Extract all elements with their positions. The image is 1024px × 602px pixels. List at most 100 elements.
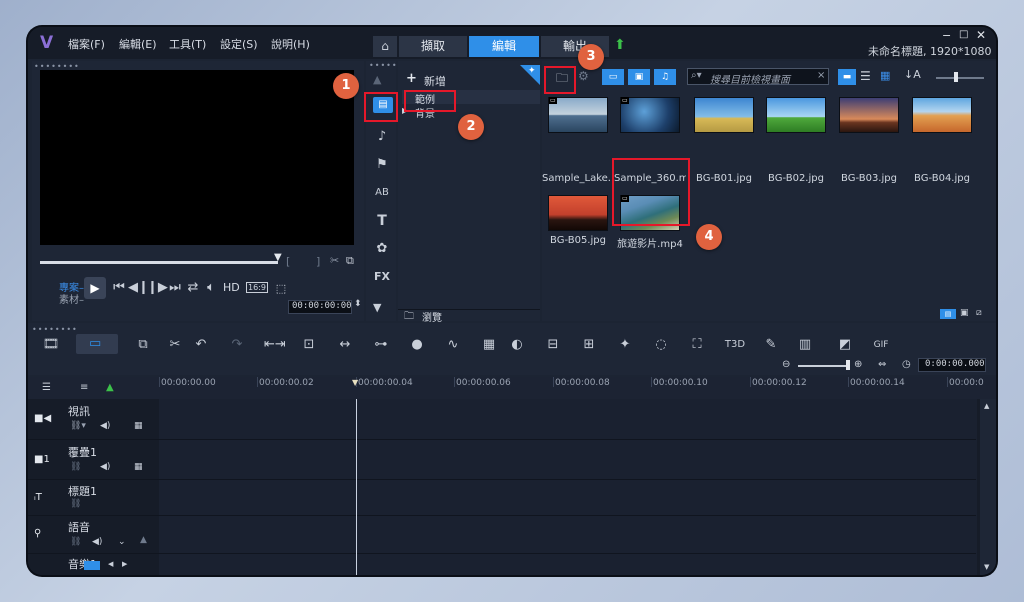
- thumbnail-bg-b01[interactable]: [694, 97, 754, 133]
- clear-search-icon[interactable]: ×: [817, 70, 825, 81]
- thumbnail-bg-b04[interactable]: [912, 97, 972, 133]
- link-icon[interactable]: ⛓: [70, 537, 81, 547]
- track-list-icon[interactable]: ☰: [42, 382, 51, 393]
- tab-capture[interactable]: 擷取: [399, 36, 467, 57]
- tools-icon[interactable]: ✂: [166, 337, 184, 353]
- link-icon[interactable]: ⛓: [70, 499, 81, 509]
- search-input[interactable]: 搜尋目前檢視畫面: [710, 71, 790, 86]
- aspect-ratio-button[interactable]: 16:9: [246, 282, 268, 293]
- add-track-icon[interactable]: ▲: [106, 382, 114, 393]
- minimize-icon[interactable]: −: [942, 29, 951, 42]
- thumbnail-sample-360[interactable]: [620, 97, 680, 133]
- zoom-handle[interactable]: [846, 360, 850, 370]
- browse-label[interactable]: 瀏覽: [422, 309, 442, 324]
- next-frame-icon[interactable]: ❙▶: [147, 280, 168, 296]
- collapse-icon[interactable]: ⌄: [118, 537, 126, 547]
- scroll-down-icon[interactable]: ▼: [373, 301, 381, 314]
- pan-zoom-icon[interactable]: ◩: [836, 337, 854, 353]
- title-ab-icon[interactable]: AB: [373, 185, 391, 201]
- motion-icon[interactable]: ✦: [616, 337, 634, 353]
- tab-edit[interactable]: 編輯: [469, 36, 539, 57]
- library-view-icon[interactable]: ▤: [940, 309, 956, 319]
- fit-timeline-icon[interactable]: ⇔: [878, 359, 886, 370]
- zoom-slider[interactable]: [798, 365, 850, 367]
- ripple-icon[interactable]: ▦: [134, 462, 143, 472]
- track-volume-icon[interactable]: ◀): [100, 421, 110, 431]
- storyboard-view-icon[interactable]: 🎞︎: [42, 337, 60, 353]
- 3d-title-icon[interactable]: T3D: [724, 337, 746, 353]
- thumbnail-bg-b05[interactable]: [548, 195, 608, 231]
- sort-icon[interactable]: ↓A: [904, 68, 921, 81]
- record-icon[interactable]: ●: [408, 337, 426, 353]
- add-folder-label[interactable]: 新增: [424, 73, 446, 89]
- enlarge-icon[interactable]: ⧉: [346, 254, 354, 268]
- track-volume-icon[interactable]: ◀): [92, 537, 102, 547]
- gif-icon[interactable]: GIF: [870, 337, 892, 353]
- color-grading-icon[interactable]: ▦: [480, 337, 498, 353]
- split-clip-icon[interactable]: ✂: [330, 254, 339, 267]
- audio-ducking-icon[interactable]: ▲: [140, 535, 147, 545]
- track-manager-icon[interactable]: ⧉: [134, 337, 152, 353]
- hd-preview-button[interactable]: HD: [223, 281, 240, 294]
- transition-icon[interactable]: ⚑: [373, 157, 391, 173]
- record-capture-icon[interactable]: ⚙: [578, 69, 589, 83]
- crop-icon[interactable]: ⛶: [688, 337, 706, 353]
- view-list-icon[interactable]: ☰: [860, 69, 871, 83]
- scroll-left-icon[interactable]: ◀: [108, 560, 113, 568]
- close-icon[interactable]: ✕: [976, 28, 986, 42]
- menu-help[interactable]: 說明(H): [271, 36, 310, 52]
- mask-icon[interactable]: ◐: [508, 337, 526, 353]
- timeline-timecode-box[interactable]: 0:00:00.000: [918, 358, 986, 372]
- scroll-up-icon[interactable]: ▲: [373, 73, 381, 86]
- clip-mode-label[interactable]: 素材–: [59, 291, 84, 306]
- thumbnail-size-handle[interactable]: [954, 72, 958, 82]
- track-options-icon[interactable]: ≡: [80, 382, 88, 393]
- scrub-handle-icon[interactable]: ▼: [274, 252, 282, 263]
- player-timecode-box[interactable]: 00:00:00:00: [288, 300, 352, 314]
- upload-arrow-icon[interactable]: ⬆: [614, 37, 626, 53]
- time-stretch-icon[interactable]: ↔: [336, 337, 354, 353]
- menu-edit[interactable]: 編輯(E): [119, 36, 157, 52]
- menu-tools[interactable]: 工具(T): [169, 36, 206, 52]
- ripple-icon[interactable]: ▦: [134, 421, 143, 431]
- playhead-line[interactable]: [356, 399, 357, 575]
- redo-icon[interactable]: ↷: [228, 337, 246, 353]
- ruler-ticks[interactable]: 00:00:00.00 00:00:00.02 00:00:00.04 00:0…: [159, 377, 996, 399]
- scroll-down-icon[interactable]: ▼: [984, 563, 989, 571]
- end-icon[interactable]: ⏭: [166, 280, 184, 296]
- fx-filter-icon[interactable]: FX: [371, 269, 393, 285]
- fit-screen-icon[interactable]: ⊡: [300, 337, 318, 353]
- preview-screen[interactable]: [40, 70, 354, 245]
- timecode-stepper-icon[interactable]: ⬍: [354, 299, 362, 309]
- maximize-icon[interactable]: □: [959, 29, 968, 40]
- menu-settings[interactable]: 設定(S): [220, 36, 258, 52]
- path-icon[interactable]: ◌: [652, 337, 670, 353]
- scrub-bar[interactable]: [40, 261, 278, 264]
- view-thumbnails-icon[interactable]: ▬: [838, 69, 856, 85]
- title-t-icon[interactable]: T: [373, 213, 391, 229]
- split-icon[interactable]: ⊶: [372, 337, 390, 353]
- repeat-icon[interactable]: ⇄: [184, 280, 202, 296]
- zoom-in-icon[interactable]: ⊕: [854, 359, 862, 370]
- subtitle-icon[interactable]: ⊟: [544, 337, 562, 353]
- zoom-out-icon[interactable]: ⊖: [782, 359, 790, 370]
- trim-icon[interactable]: ⇤⇥: [264, 337, 286, 353]
- horizontal-scroll-thumb[interactable]: [84, 561, 100, 570]
- show-photos-icon[interactable]: ▣: [628, 69, 650, 85]
- library-layout-icon[interactable]: ▣: [960, 308, 969, 318]
- mark-in-icon[interactable]: [: [286, 255, 290, 268]
- frame-icon[interactable]: ▥: [796, 337, 814, 353]
- view-grid-icon[interactable]: ▦: [880, 69, 890, 82]
- track-volume-icon[interactable]: ◀): [100, 462, 110, 472]
- add-folder-icon[interactable]: +: [406, 71, 417, 86]
- vertical-scrollbar[interactable]: ▲ ▼: [980, 399, 996, 575]
- show-audio-icon[interactable]: ♫: [654, 69, 676, 85]
- timeline-view-button[interactable]: ▭: [76, 334, 118, 354]
- show-videos-icon[interactable]: ▭: [602, 69, 624, 85]
- multi-cam-icon[interactable]: ⊞: [580, 337, 598, 353]
- thumbnail-bg-b03[interactable]: [839, 97, 899, 133]
- painting-icon[interactable]: ✎: [762, 337, 780, 353]
- change-display-icon[interactable]: ⬚: [272, 281, 290, 297]
- playhead-marker-icon[interactable]: ▼: [352, 378, 358, 387]
- link-icon[interactable]: ⛓: [70, 462, 81, 472]
